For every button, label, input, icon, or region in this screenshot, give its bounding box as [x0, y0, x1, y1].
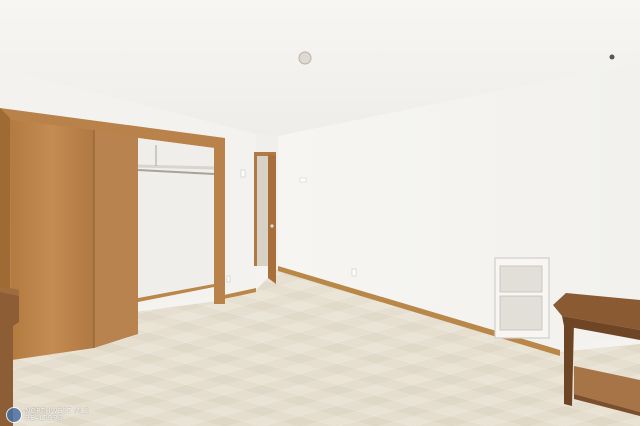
room-scene: [0, 0, 640, 426]
closet-door-right[interactable]: [94, 130, 138, 348]
room-photo: NORTHWEST MLS REALTORS: [0, 0, 640, 426]
smoke-detector-icon: [609, 54, 615, 60]
mls-watermark: NORTHWEST MLS REALTORS: [6, 407, 89, 423]
mls-logo-icon: [6, 407, 22, 423]
watermark-line2: REALTORS: [25, 414, 63, 422]
heater-grille-top: [499, 265, 543, 293]
watermark-text-block: NORTHWEST MLS REALTORS: [25, 408, 89, 422]
heater-grille-bottom: [499, 295, 543, 331]
thermostat-icon[interactable]: [299, 177, 307, 183]
closet-shelf: [137, 164, 215, 170]
ceiling-light-icon: [298, 51, 312, 65]
closet-interior: [138, 138, 214, 298]
hall-door-jamb: [254, 152, 257, 266]
hall-door[interactable]: [268, 154, 276, 284]
light-switch-icon[interactable]: [240, 169, 246, 178]
door-knob-icon[interactable]: [270, 224, 274, 228]
closet-door-left[interactable]: [10, 120, 94, 360]
wall-outlet-left-icon: [226, 275, 231, 283]
wall-outlet-right-icon: [351, 268, 357, 277]
hall-doorway[interactable]: [256, 154, 270, 266]
